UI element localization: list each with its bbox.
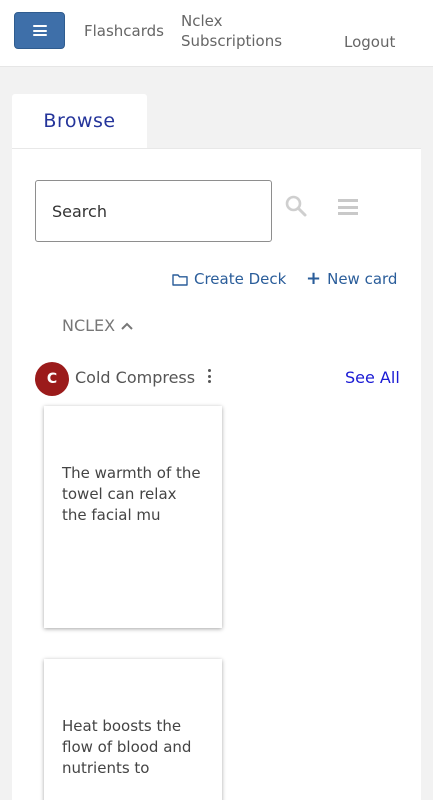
flashcard[interactable]: The warmth of the towel can relax the fa… <box>44 406 222 628</box>
nav-link-nclex-subscriptions[interactable]: Nclex Subscriptions <box>181 11 301 51</box>
menu-toggle-button[interactable] <box>14 12 65 49</box>
nav-link-logout[interactable]: Logout <box>344 32 395 52</box>
deck-group-label: NCLEX <box>62 316 116 335</box>
search-icon[interactable] <box>284 194 308 218</box>
nav-link-flashcards[interactable]: Flashcards <box>84 21 164 41</box>
create-deck-button[interactable]: Create Deck <box>172 270 286 288</box>
deck-avatar: C <box>35 362 69 396</box>
flashcard-text: The warmth of the towel can relax the fa… <box>62 464 201 524</box>
more-options-icon[interactable] <box>208 369 212 383</box>
top-navbar: Flashcards Nclex Subscriptions Logout <box>0 0 433 66</box>
flashcard-text: Heat boosts the flow of blood and nutrie… <box>62 717 192 777</box>
tab-browse-label: Browse <box>43 110 116 132</box>
new-card-label: New card <box>327 270 398 288</box>
plus-icon: + <box>306 268 322 289</box>
list-view-icon[interactable] <box>338 199 358 215</box>
chevron-up-icon <box>121 322 133 330</box>
folder-icon <box>172 273 188 286</box>
deck-title[interactable]: Cold Compress <box>75 368 195 387</box>
main-content: Browse Create Deck + New card NCLEX C Co… <box>0 66 433 800</box>
search-input[interactable] <box>35 180 272 242</box>
tab-browse[interactable]: Browse <box>12 94 147 148</box>
deck-group-toggle[interactable]: NCLEX <box>62 316 133 335</box>
hamburger-icon <box>32 25 47 36</box>
browse-panel: Create Deck + New card NCLEX C Cold Comp… <box>12 148 421 800</box>
create-deck-label: Create Deck <box>194 270 287 288</box>
see-all-link[interactable]: See All <box>345 368 400 387</box>
flashcard[interactable]: Heat boosts the flow of blood and nutrie… <box>44 659 222 800</box>
new-card-button[interactable]: + New card <box>306 268 398 289</box>
